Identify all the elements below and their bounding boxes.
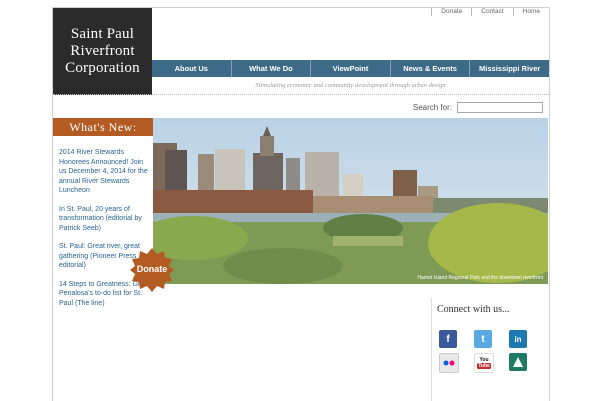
- page-container: Saint Paul Riverfront Corporation Donate…: [52, 7, 550, 401]
- site-logo[interactable]: Saint Paul Riverfront Corporation: [53, 8, 152, 95]
- social-icons: f t in You Tube: [439, 330, 531, 373]
- tagline: Stimulating economic and community devel…: [255, 82, 446, 89]
- nav-what-we-do[interactable]: What We Do: [230, 60, 311, 77]
- hero-caption: Harriet Island Regional Park and the dow…: [417, 275, 543, 281]
- utility-link-home[interactable]: Home: [512, 8, 549, 16]
- logo-line-1: Saint Paul: [70, 26, 135, 42]
- twitter-icon[interactable]: t: [474, 330, 492, 348]
- main-nav: About Us What We Do ViewPoint News & Eve…: [152, 60, 549, 77]
- donate-label[interactable]: Donate: [130, 264, 174, 274]
- nav-mississippi-river[interactable]: Mississippi River: [469, 60, 549, 77]
- utility-nav: Donate Contact Home: [431, 8, 549, 16]
- search-input[interactable]: [457, 102, 543, 113]
- utility-link-donate[interactable]: Donate: [431, 8, 471, 16]
- search-label: Search for:: [412, 103, 452, 112]
- dotted-divider: [53, 94, 549, 95]
- search-bar: Search for:: [413, 102, 543, 113]
- whats-new-heading: What's New:: [53, 118, 153, 136]
- skyline-photo: [153, 118, 548, 284]
- news-item[interactable]: 2014 River Stewards Honorees Announced! …: [59, 148, 151, 196]
- connect-divider: [431, 298, 432, 401]
- nav-about-us[interactable]: About Us: [152, 60, 231, 77]
- facebook-icon[interactable]: f: [439, 330, 457, 348]
- youtube-icon[interactable]: You Tube: [474, 353, 494, 373]
- logo-line-3: Corporation: [65, 60, 140, 76]
- hero-image: Harriet Island Regional Park and the dow…: [153, 118, 548, 284]
- logo-line-2: Riverfront: [70, 43, 135, 59]
- nav-viewpoint[interactable]: ViewPoint: [310, 60, 390, 77]
- nav-news-events[interactable]: News & Events: [389, 60, 470, 77]
- other-social-icon[interactable]: [509, 353, 527, 371]
- connect-heading: Connect with us...: [437, 304, 510, 315]
- news-item[interactable]: In St. Paul, 20 years of transformation …: [59, 205, 151, 234]
- linkedin-icon[interactable]: in: [509, 330, 527, 348]
- utility-link-contact[interactable]: Contact: [471, 8, 512, 16]
- flickr-icon[interactable]: [439, 353, 459, 373]
